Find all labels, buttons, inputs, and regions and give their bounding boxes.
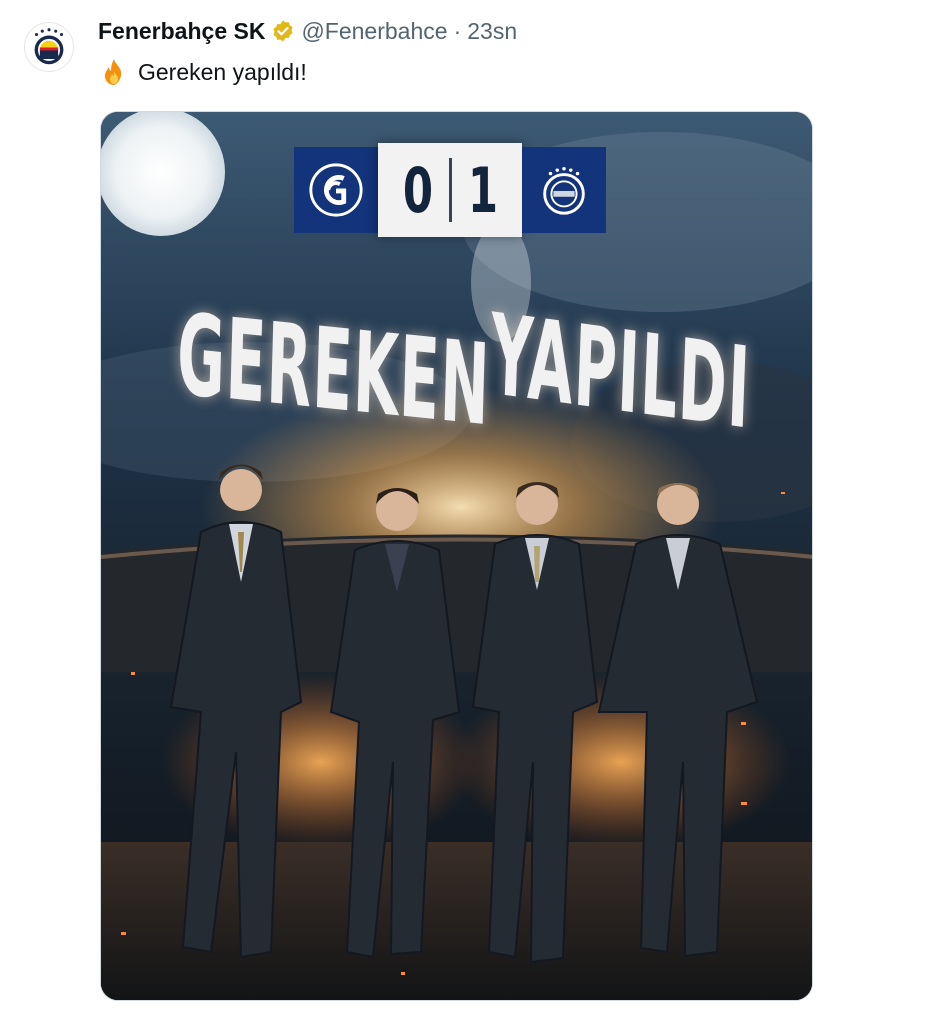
profile-avatar[interactable] xyxy=(24,22,74,72)
player-figure xyxy=(471,482,599,964)
player-figure xyxy=(597,483,759,958)
away-score: 1 xyxy=(467,153,498,227)
tweet-header: Fenerbahçe SK @Fenerbahce · 23sn xyxy=(98,14,517,48)
score-panel: 0 1 xyxy=(378,143,522,237)
tweet-text: Gereken yapıldı! xyxy=(100,56,307,88)
home-team-block xyxy=(294,147,378,233)
galatasaray-crest-icon xyxy=(309,163,363,217)
tweet-timestamp[interactable]: 23sn xyxy=(467,18,517,45)
tweet: Fenerbahçe SK @Fenerbahce · 23sn Gereken… xyxy=(0,0,930,1021)
score-divider xyxy=(448,158,452,222)
player-figure xyxy=(169,464,303,959)
away-team-block xyxy=(522,147,606,233)
header-separator: · xyxy=(453,17,462,44)
fenerbahce-crest-icon xyxy=(25,23,73,71)
verified-badge-icon[interactable] xyxy=(271,19,295,43)
player-figure xyxy=(329,488,461,959)
tweet-text-content: Gereken yapıldı! xyxy=(138,58,307,85)
scoreboard: 0 1 xyxy=(294,143,606,237)
tweet-media-image[interactable]: GEREKEN YAPILDI 0 1 xyxy=(100,111,813,1001)
author-display-name[interactable]: Fenerbahçe SK xyxy=(98,18,265,45)
players-group xyxy=(169,464,759,964)
author-handle[interactable]: @Fenerbahce xyxy=(301,18,447,45)
fire-icon xyxy=(100,57,128,87)
home-score: 0 xyxy=(402,153,433,227)
fenerbahce-crest-icon xyxy=(543,166,585,215)
